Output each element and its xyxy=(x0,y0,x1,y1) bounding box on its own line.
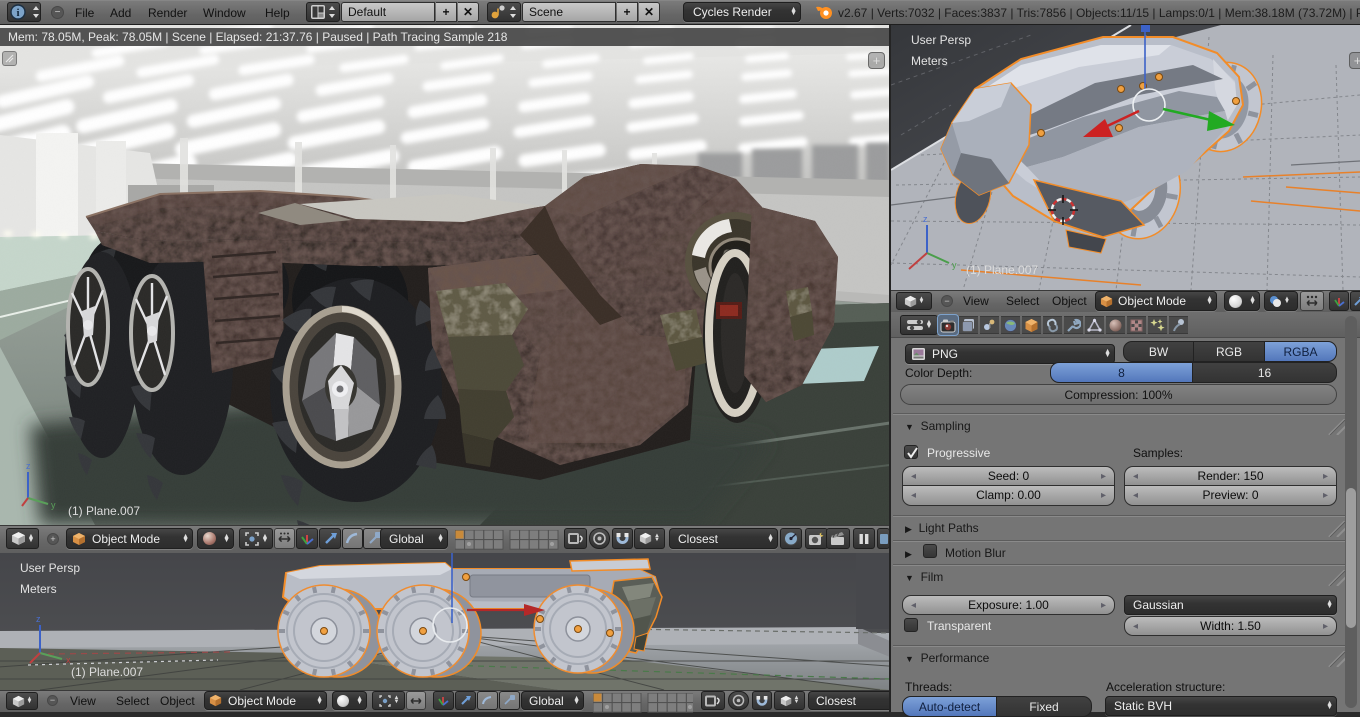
svg-text:x: x xyxy=(66,655,71,665)
svg-text:z: z xyxy=(26,461,31,471)
svg-text:y: y xyxy=(51,500,56,510)
svg-text:z: z xyxy=(923,214,928,224)
svg-text:i: i xyxy=(16,7,19,19)
svg-text:z: z xyxy=(36,614,41,624)
svg-text:y: y xyxy=(952,260,957,270)
